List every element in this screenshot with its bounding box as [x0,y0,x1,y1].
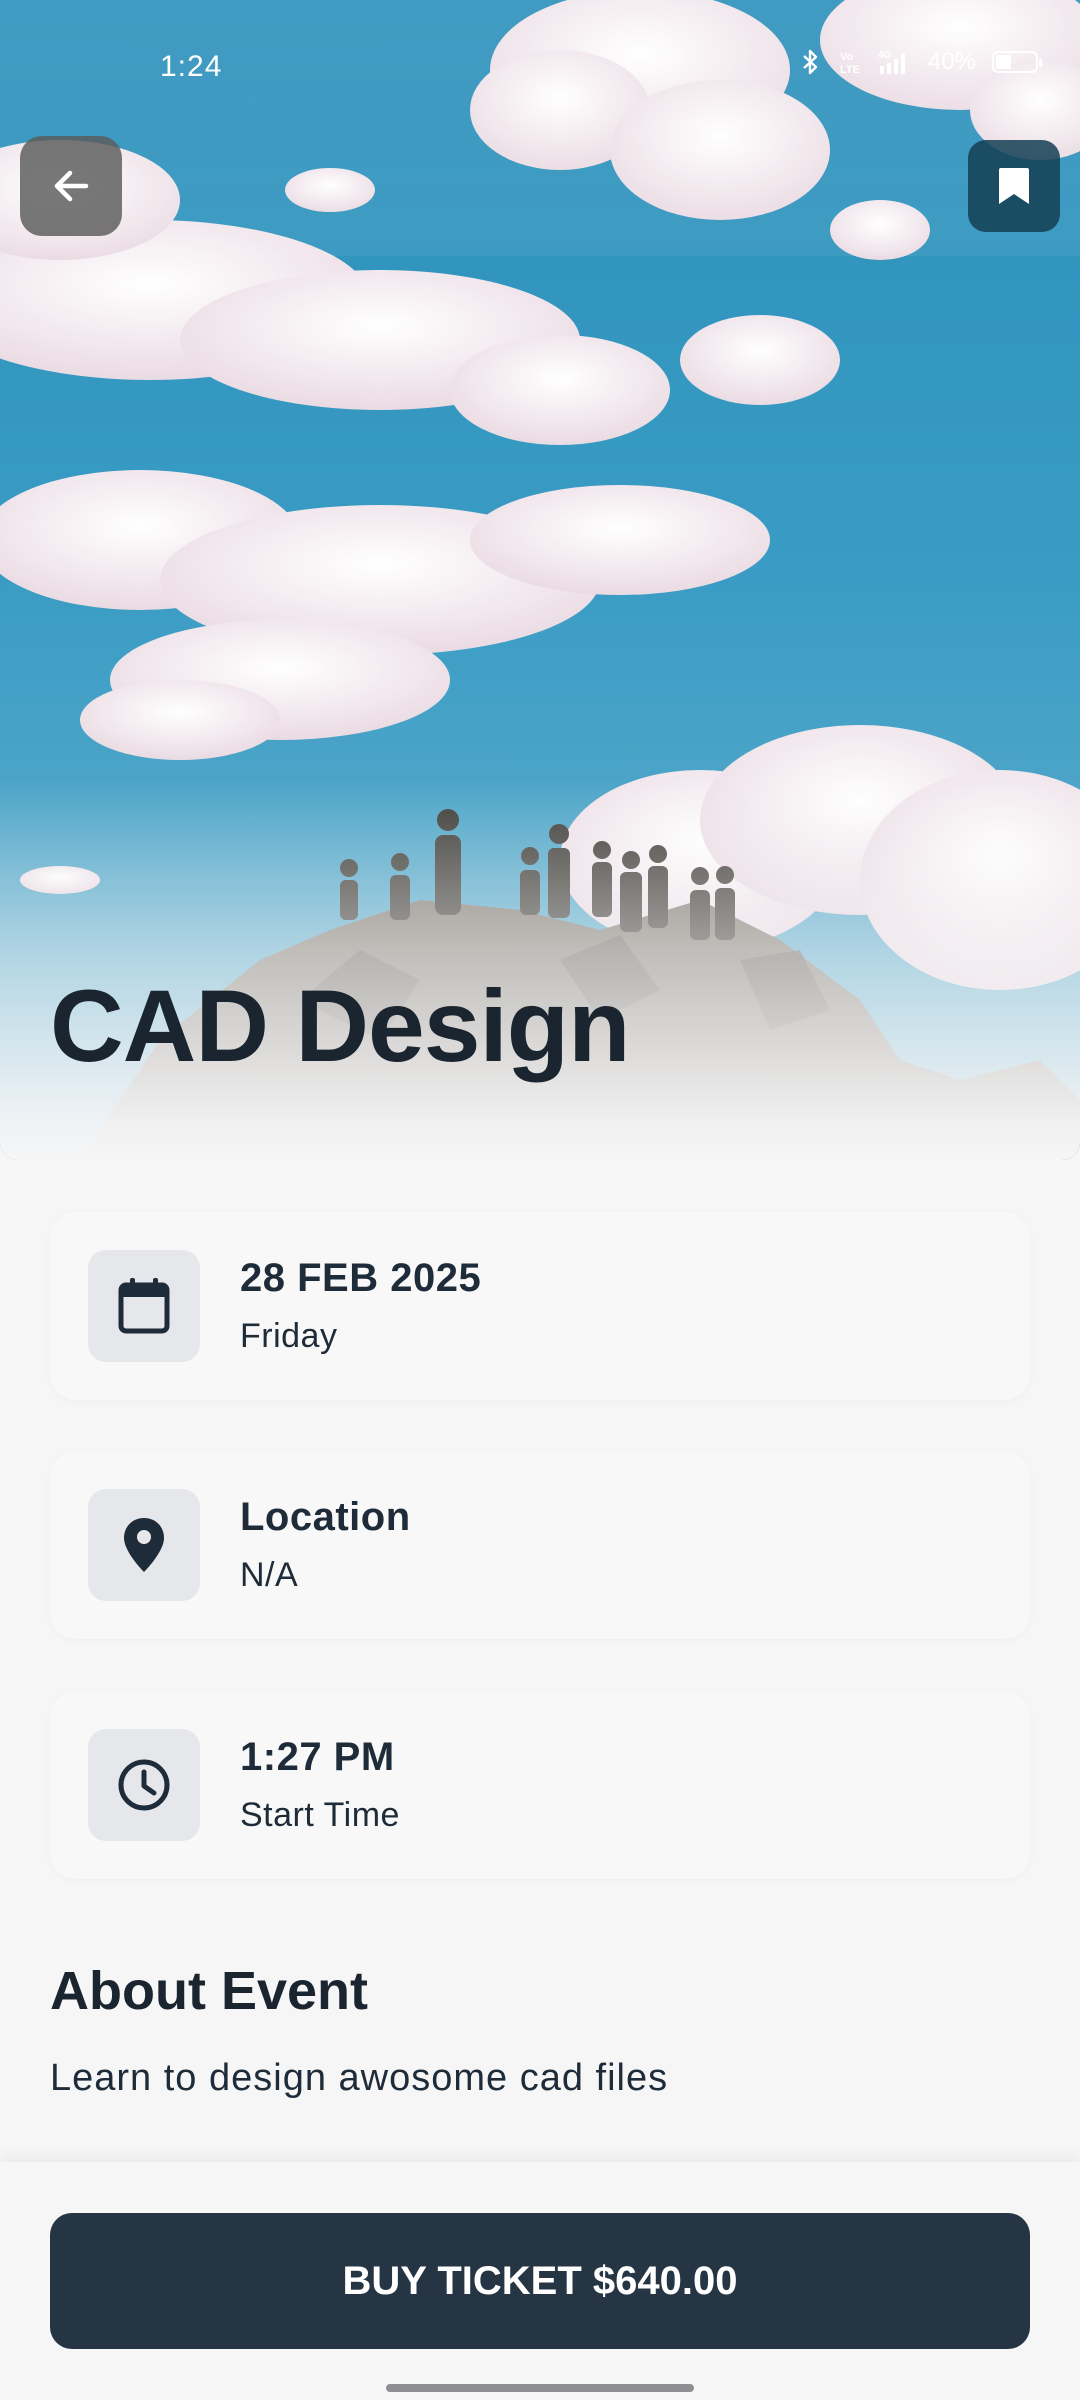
time-icon-box [88,1729,200,1841]
arrow-left-icon [54,170,89,202]
svg-text:Vo: Vo [840,51,854,63]
bookmark-icon [999,168,1029,204]
home-indicator[interactable] [386,2384,694,2392]
event-day: Friday [240,1317,338,1355]
buy-ticket-button[interactable]: BUY TICKET $640.00 [50,2213,1030,2349]
svg-text:4G: 4G [878,50,892,61]
battery-icon [992,51,1042,73]
clock-icon [118,1759,170,1811]
location-icon-box [88,1489,200,1601]
event-title: CAD Design [50,969,630,1083]
location-label: Location [240,1495,411,1539]
about-heading: About Event [50,1961,368,2021]
status-time: 1:24 [160,50,223,83]
time-card: 1:27 PM Start Time [50,1691,1030,1879]
start-time-value: 1:27 PM [240,1735,395,1779]
status-icons: Vo LTE 4G 40% [800,48,1042,76]
status-bar: 1:24 Vo LTE 4G 40% [0,0,1080,136]
start-time-label: Start Time [240,1796,400,1834]
volte-icon: Vo LTE [840,51,860,76]
event-hero-image: 1:24 Vo LTE 4G 40% CAD Design [0,0,1080,1160]
location-value: N/A [240,1556,299,1594]
bottom-action-bar: BUY TICKET $640.00 [0,2162,1080,2400]
battery-level [996,55,1012,69]
location-pin-icon [124,1518,164,1572]
bluetooth-icon [803,49,818,75]
date-card: 28 FEB 2025 Friday [50,1212,1030,1400]
location-card: Location N/A [50,1451,1030,1639]
event-date: 28 FEB 2025 [240,1256,482,1300]
battery-percent: 40% [927,48,976,75]
calendar-icon [118,1278,170,1334]
date-icon-box [88,1250,200,1362]
svg-text:LTE: LTE [840,64,860,76]
about-description: Learn to design awosome cad files [50,2057,669,2099]
signal-4g-icon: 4G [878,50,905,74]
back-button[interactable] [20,136,122,236]
bookmark-button[interactable] [968,140,1060,232]
